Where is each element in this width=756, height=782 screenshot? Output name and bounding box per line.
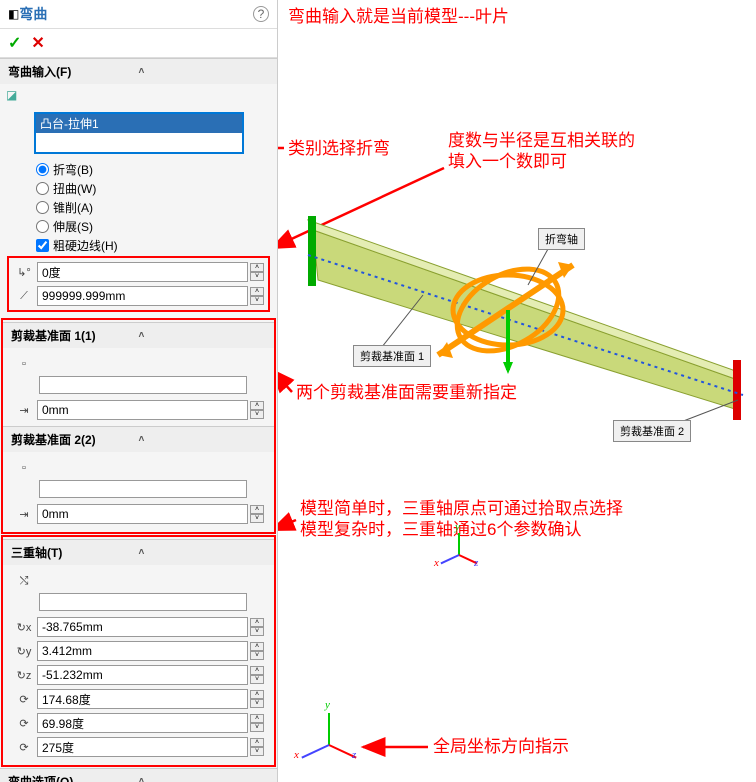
distance-icon: ⇥ [13, 400, 35, 420]
section-head-triad[interactable]: 三重轴(T) ˄ [3, 540, 274, 565]
ry-icon: ⟳ [13, 713, 35, 733]
cancel-button[interactable]: ✕ [31, 33, 44, 53]
annotation-triad: 模型简单时，三重轴原点可通过拾取点选择 模型复杂时，三重轴通过6个参数确认 [300, 498, 623, 541]
plane-icon: ▫ [13, 354, 35, 374]
graphics-viewport[interactable]: 弯曲输入就是当前模型---叶片 类别选择折弯 度数与半径是互相关联的 填入一个数… [278, 0, 756, 782]
confirm-bar: ✓ ✕ [0, 29, 277, 58]
triad-group: 三重轴(T) ˄ ⤭ ↻x˄˅ ↻y˄˅ ↻z˄˅ ⟳˄˅ ⟳˄˅ ⟳˄˅ [1, 535, 276, 767]
angle-radius-group: ↳° ˄˅ ⟋ ˄˅ [7, 256, 270, 312]
check-hard-edges[interactable] [36, 239, 49, 252]
help-icon[interactable]: ? [253, 6, 269, 22]
section-head-options[interactable]: 弯曲选项(O) ˄ [0, 769, 277, 782]
panel-header: ◧ 弯曲 ? [0, 0, 277, 29]
body-icon: ◪ [6, 88, 30, 112]
spin-up[interactable]: ˄ [250, 263, 264, 272]
angle-icon: ↳° [13, 262, 35, 282]
annotation-type: 类别选择折弯 [288, 138, 390, 159]
radio-twist[interactable] [36, 182, 49, 195]
rz-icon: ⟳ [13, 737, 35, 757]
feature-icon: ◧ [8, 7, 19, 21]
triad-ry-input[interactable] [37, 713, 248, 733]
rx-icon: ⟳ [13, 689, 35, 709]
angle-input[interactable] [37, 262, 248, 282]
panel-title: 弯曲 [19, 4, 253, 24]
body-selection-box[interactable]: 凸台-拉伸1 [34, 112, 244, 154]
y-icon: ↻y [13, 641, 35, 661]
spin-down[interactable]: ˅ [250, 296, 264, 305]
triad-rz-input[interactable] [37, 737, 248, 757]
radio-bend[interactable] [36, 163, 49, 176]
section-triad: 三重轴(T) ˄ ⤭ ↻x˄˅ ↻y˄˅ ↻z˄˅ ⟳˄˅ ⟳˄˅ ⟳˄˅ [3, 539, 274, 763]
callout-trim2[interactable]: 剪裁基准面 2 [613, 420, 691, 442]
chevron-up-icon: ˄ [139, 330, 267, 341]
triad-rx-input[interactable] [37, 689, 248, 709]
ok-button[interactable]: ✓ [8, 33, 21, 53]
triad-x-input[interactable] [37, 617, 248, 637]
spin-down[interactable]: ˅ [250, 272, 264, 281]
trim2-input[interactable] [37, 504, 248, 524]
section-head-trim2[interactable]: 剪裁基准面 2(2) ˄ [3, 427, 274, 452]
model-sketch: 折弯轴 剪裁基准面 1 剪裁基准面 2 [278, 210, 756, 440]
triad-y-input[interactable] [37, 641, 248, 661]
trim1-selection[interactable] [39, 376, 247, 394]
callout-bend-axis[interactable]: 折弯轴 [538, 228, 585, 250]
triad-z-input[interactable] [37, 665, 248, 685]
chevron-up-icon: ˄ [139, 547, 267, 558]
callout-trim1[interactable]: 剪裁基准面 1 [353, 345, 431, 367]
radius-input[interactable] [37, 286, 248, 306]
section-flex-input: 弯曲输入(F) ˄ ◪ 凸台-拉伸1 折弯(B) 扭曲(W) 锥削(A) 伸展(… [0, 58, 277, 317]
annotation-coord: 全局坐标方向指示 [433, 736, 569, 757]
property-panel: ◧ 弯曲 ? ✓ ✕ 弯曲输入(F) ˄ ◪ 凸台-拉伸1 折弯(B) 扭曲(W… [0, 0, 278, 782]
section-trim2: 剪裁基准面 2(2) ˄ ▫ ⇥ ˄˅ [3, 426, 274, 530]
annotation-input: 弯曲输入就是当前模型---叶片 [288, 6, 509, 27]
triad-origin-selection[interactable] [39, 593, 247, 611]
radio-taper[interactable] [36, 201, 49, 214]
selected-body[interactable]: 凸台-拉伸1 [36, 114, 242, 133]
chevron-up-icon: ˄ [139, 434, 267, 445]
trim-planes-group: 剪裁基准面 1(1) ˄ ▫ ⇥ ˄˅ 剪裁基准面 2(2) ˄ ▫ [1, 318, 276, 534]
section-options: 弯曲选项(O) ˄ ◆ [0, 768, 277, 782]
radius-icon: ⟋ [13, 286, 35, 306]
chevron-up-icon: ˄ [139, 66, 270, 77]
x-icon: ↻x [13, 617, 35, 637]
section-head-input[interactable]: 弯曲输入(F) ˄ [0, 59, 277, 84]
chevron-up-icon: ˄ [139, 776, 270, 782]
radio-stretch[interactable] [36, 220, 49, 233]
plane-icon: ▫ [13, 458, 35, 478]
section-title: 弯曲输入(F) [8, 63, 139, 80]
trim2-selection[interactable] [39, 480, 247, 498]
section-trim1: 剪裁基准面 1(1) ˄ ▫ ⇥ ˄˅ [3, 322, 274, 426]
origin-icon: ⤭ [13, 571, 35, 591]
z-icon: ↻z [13, 665, 35, 685]
spin-up[interactable]: ˄ [250, 287, 264, 296]
distance-icon: ⇥ [13, 504, 35, 524]
annotation-angle-radius: 度数与半径是互相关联的 填入一个数即可 [448, 130, 635, 173]
section-head-trim1[interactable]: 剪裁基准面 1(1) ˄ [3, 323, 274, 348]
trim1-input[interactable] [37, 400, 248, 420]
